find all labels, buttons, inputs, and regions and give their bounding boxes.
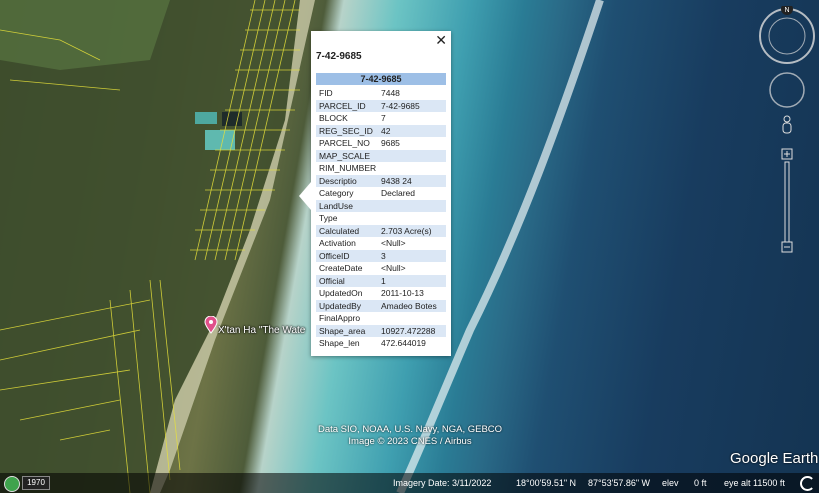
attribute-row: REG_SEC_ID 42 (316, 124, 446, 137)
attribute-key: Shape_area (319, 325, 366, 336)
attribute-key: FID (319, 88, 333, 98)
attribute-value: 7448 (381, 88, 400, 98)
attribute-value (381, 312, 446, 325)
attribute-row: UpdatedBy Amadeo Botes (316, 299, 446, 312)
attribute-row: Descriptio 9438 24 (316, 174, 446, 187)
attribute-row: Category Declared (316, 187, 446, 200)
street-view-person-icon[interactable] (782, 115, 792, 134)
attribute-key: RIM_NUMBER (319, 163, 377, 173)
attribute-key: BLOCK (319, 113, 348, 123)
attribute-value: 10927.472288 (381, 325, 436, 336)
attribute-row: FinalAppro (316, 312, 446, 325)
attribute-key: Type (319, 213, 338, 223)
svg-text:N: N (784, 7, 789, 14)
attribute-key: FinalAppro (319, 313, 361, 323)
credits-line-1: Data SIO, NOAA, U.S. Navy, NGA, GEBCO (317, 424, 503, 435)
attribute-row: Shape_len 472.644019 (316, 337, 446, 350)
attribute-key: Descriptio (319, 175, 357, 186)
year-badge[interactable]: 1970 (22, 476, 50, 490)
attribute-value (381, 212, 446, 225)
elev-value: 0 ft (694, 478, 707, 488)
attribute-value: 9685 (381, 138, 400, 148)
zoom-slider[interactable] (781, 148, 793, 253)
attribute-row: PARCEL_ID 7-42-9685 (316, 99, 446, 112)
look-joystick-icon[interactable] (769, 72, 805, 108)
latitude-readout: 18°00'59.51" N (516, 478, 577, 488)
placemark-pin-icon[interactable] (204, 315, 218, 339)
attribute-row: Shape_area 10927.472288 (316, 324, 446, 337)
attribute-row: FID 7448 (316, 87, 446, 100)
attribute-key: Shape_len (319, 338, 360, 348)
attribute-row: MAP_SCALE (316, 149, 446, 163)
attribute-row: Official 1 (316, 274, 446, 287)
attribute-table: FID 7448 PARCEL_ID 7-42-9685 BLOCK 7 REG_SEC_I… (316, 87, 446, 350)
attribute-value: 1 (381, 275, 386, 286)
table-header: 7-42-9685 (316, 73, 446, 85)
status-bar: 1970 Imagery Date: 3/11/2022 18°00'59.51… (0, 473, 819, 493)
attribute-key: MAP_SCALE (319, 150, 371, 161)
attribute-value: 7 (381, 113, 386, 123)
attribute-value: <Null> (381, 238, 406, 248)
attribute-row: LandUse (316, 199, 446, 213)
place-label[interactable]: X'tan Ha "The Wate (218, 325, 305, 336)
attribute-row: Type (316, 212, 446, 225)
attribute-key: OfficeID (319, 250, 350, 261)
parcel-info-popup: ✕ 7-42-9685 7-42-9685 FID 7448 PARCEL_ID 7-… (299, 31, 451, 356)
attribute-row: PARCEL_NO 9685 (316, 137, 446, 150)
elev-label: elev (662, 478, 679, 488)
attribute-key: Calculated (319, 225, 360, 236)
attribute-row: Activation <Null> (316, 237, 446, 250)
attribute-row: OfficeID 3 (316, 249, 446, 262)
historical-imagery-clock-icon[interactable] (4, 476, 20, 492)
imagery-credits: Data SIO, NOAA, U.S. Navy, NGA, GEBCO Im… (300, 424, 520, 448)
attribute-key: Activation (319, 238, 356, 248)
attribute-key: CreateDate (319, 263, 363, 273)
attribute-value: 42 (381, 125, 391, 136)
attribute-key: PARCEL_NO (319, 138, 370, 148)
attribute-key: Category (319, 188, 354, 198)
attribute-value: 9438 24 (381, 175, 412, 186)
close-icon[interactable]: ✕ (435, 33, 447, 47)
attribute-value: 2011-10-13 (381, 288, 424, 298)
attribute-value: 2.703 Acre(s) (381, 225, 432, 236)
attribute-value: Declared (381, 188, 416, 198)
attribute-key: LandUse (319, 200, 354, 211)
attribute-row: Calculated 2.703 Acre(s) (316, 224, 446, 237)
attribute-value: Amadeo Botes (381, 300, 437, 311)
loading-spinner-icon (800, 476, 815, 491)
attribute-row: UpdatedOn 2011-10-13 (316, 287, 446, 300)
eye-altitude: eye alt 11500 ft (724, 478, 785, 488)
attribute-key: UpdatedOn (319, 288, 363, 298)
google-earth-logo: Google Earth (730, 450, 819, 467)
attribute-value: <Null> (381, 263, 406, 273)
attribute-key: Official (319, 275, 345, 286)
attribute-value: 7-42-9685 (381, 100, 420, 111)
attribute-row: BLOCK 7 (316, 112, 446, 125)
compass-ring-icon[interactable]: N (759, 3, 815, 64)
attribute-value (381, 150, 446, 163)
navigation-controls[interactable]: N (757, 3, 817, 266)
attribute-key: PARCEL_ID (319, 100, 366, 111)
longitude-readout: 87°53'57.86" W (588, 478, 651, 488)
attribute-row: RIM_NUMBER (316, 162, 446, 175)
attribute-key: REG_SEC_ID (319, 125, 373, 136)
imagery-date: Imagery Date: 3/11/2022 (393, 478, 492, 488)
attribute-value (381, 162, 446, 175)
credits-line-2: Image © 2023 CNES / Airbus (348, 436, 472, 447)
attribute-value: 3 (381, 250, 386, 261)
popup-pointer (299, 182, 311, 210)
popup-title: 7-42-9685 (316, 51, 362, 62)
attribute-row: CreateDate <Null> (316, 262, 446, 275)
attribute-value (381, 200, 446, 213)
attribute-key: UpdatedBy (319, 300, 362, 311)
attribute-value: 472.644019 (381, 338, 426, 348)
